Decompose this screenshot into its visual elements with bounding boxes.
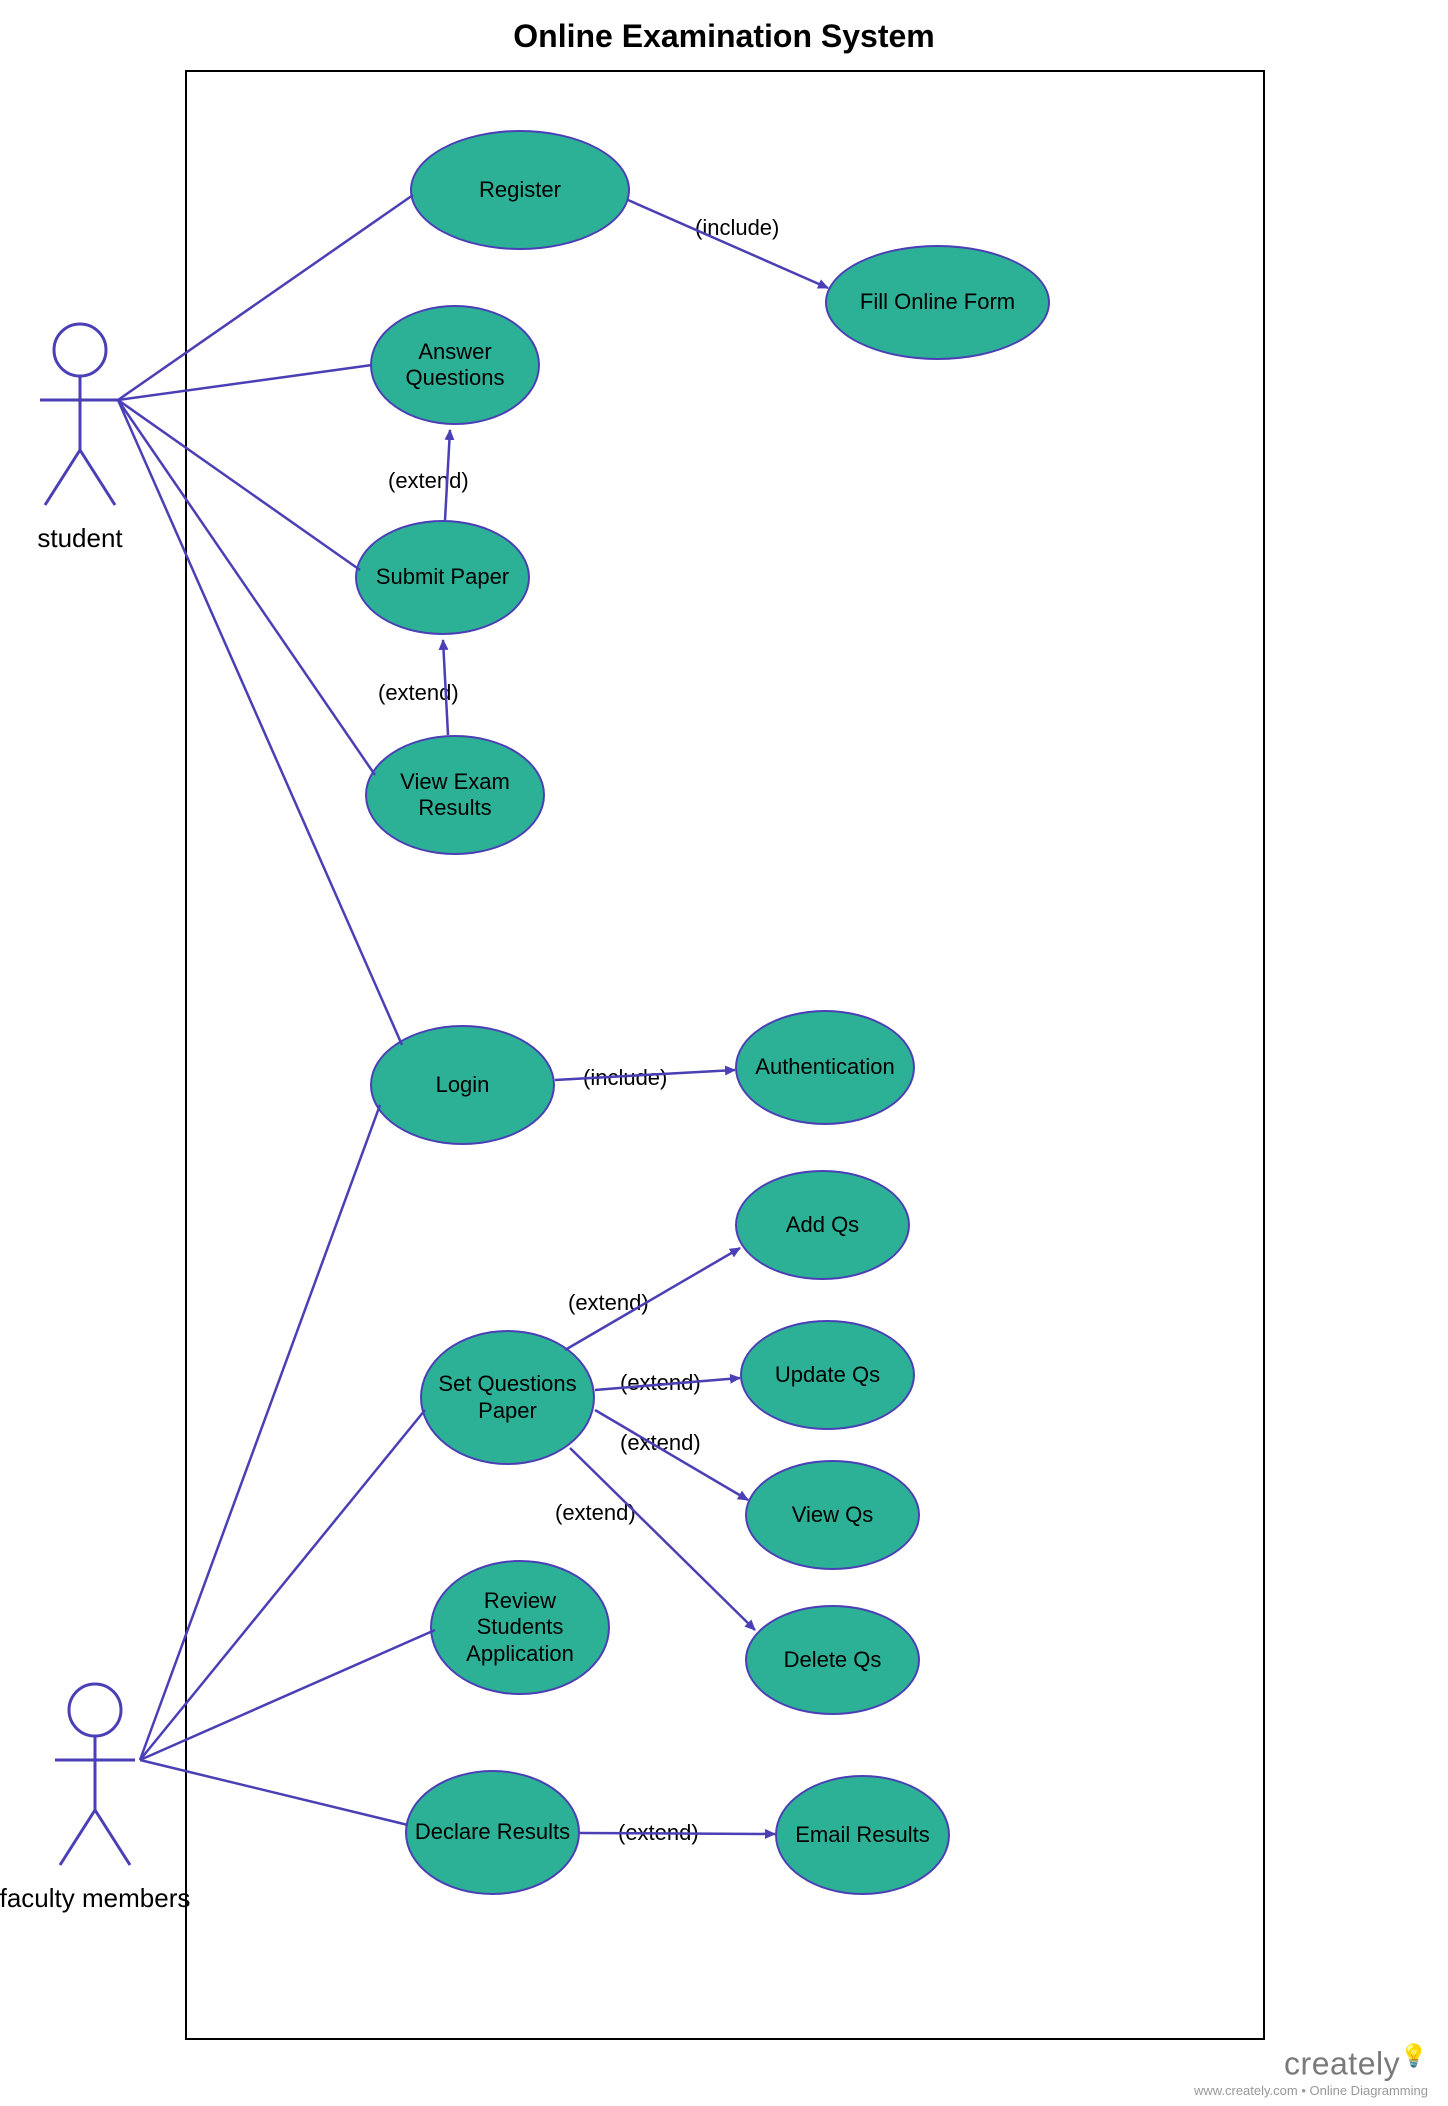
usecase-update-qs: Update Qs: [740, 1320, 915, 1430]
diagram-title: Online Examination System: [0, 18, 1448, 55]
rel-declare-extend: (extend): [618, 1820, 699, 1846]
rel-addqs-extend: (extend): [568, 1290, 649, 1316]
usecase-declare-results: Declare Results: [405, 1770, 580, 1895]
usecase-set-questions-paper: Set Questions Paper: [420, 1330, 595, 1465]
rel-deleteqs-extend: (extend): [555, 1500, 636, 1526]
rel-answer-extend: (extend): [388, 468, 469, 494]
usecase-view-qs: View Qs: [745, 1460, 920, 1570]
actor-student: student: [20, 320, 140, 554]
rel-viewqs-extend: (extend): [620, 1430, 701, 1456]
actor-faculty-label: faculty members: [0, 1883, 195, 1914]
usecase-submit-paper: Submit Paper: [355, 520, 530, 635]
rel-submit-extend: (extend): [378, 680, 459, 706]
actor-faculty-icon: [0, 1680, 195, 1870]
usecase-email-results: Email Results: [775, 1775, 950, 1895]
usecase-view-exam-results: View Exam Results: [365, 735, 545, 855]
watermark-brand: creately💡: [1194, 2043, 1428, 2083]
watermark: creately💡 www.creately.com • Online Diag…: [1194, 2043, 1428, 2098]
rel-login-include: (include): [583, 1065, 667, 1091]
watermark-sub: www.creately.com • Online Diagramming: [1194, 2083, 1428, 2098]
usecase-delete-qs: Delete Qs: [745, 1605, 920, 1715]
actor-student-label: student: [20, 523, 140, 554]
usecase-login: Login: [370, 1025, 555, 1145]
usecase-register: Register: [410, 130, 630, 250]
usecase-fill-online-form: Fill Online Form: [825, 245, 1050, 360]
usecase-add-qs: Add Qs: [735, 1170, 910, 1280]
usecase-review-students-application: Review Students Application: [430, 1560, 610, 1695]
system-boundary: [185, 70, 1265, 2040]
actor-faculty: faculty members: [0, 1680, 195, 1914]
actor-student-icon: [20, 320, 140, 510]
lightbulb-icon: 💡: [1400, 2043, 1428, 2068]
usecase-answer-questions: Answer Questions: [370, 305, 540, 425]
rel-updateqs-extend: (extend): [620, 1370, 701, 1396]
usecase-authentication: Authentication: [735, 1010, 915, 1125]
rel-register-include: (include): [695, 215, 779, 241]
